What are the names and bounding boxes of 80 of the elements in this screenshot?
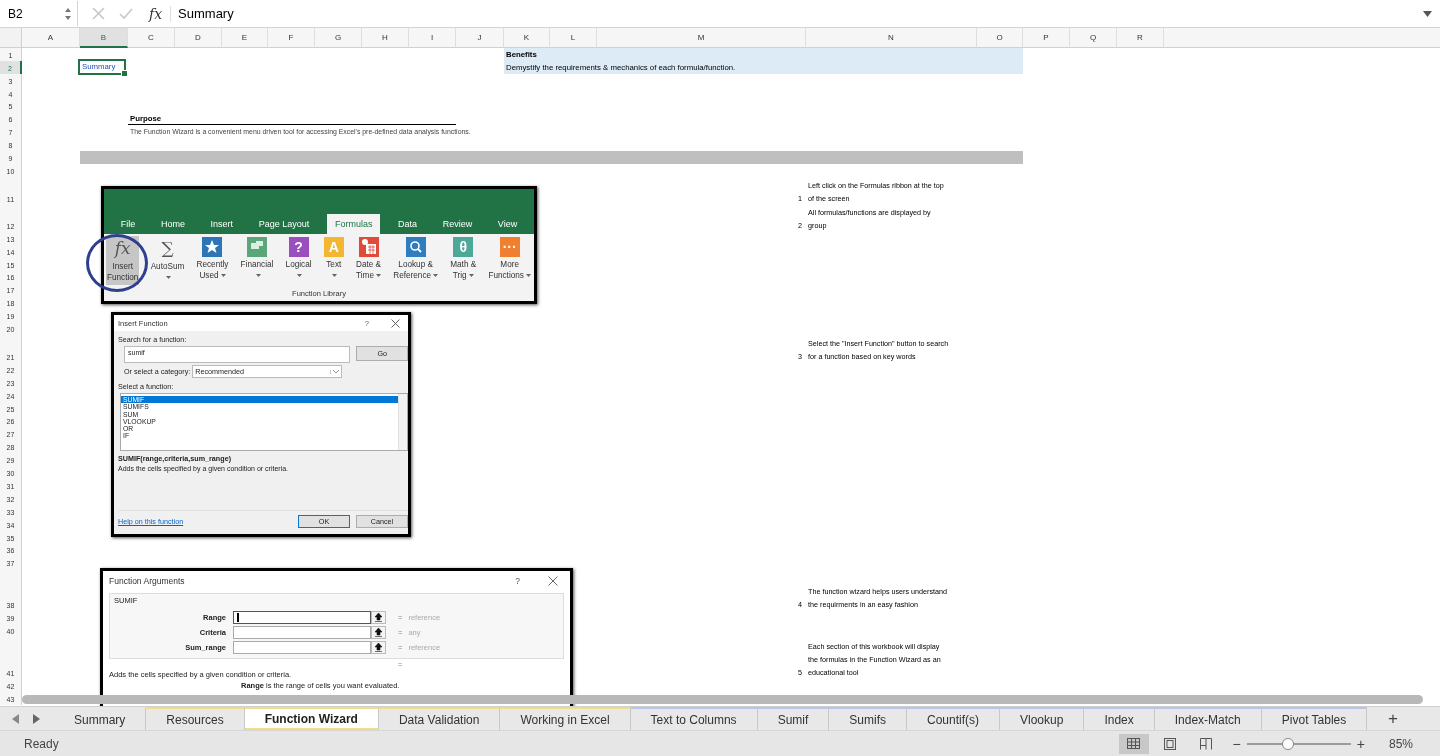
column-header[interactable]: H bbox=[362, 28, 409, 48]
caret-icon bbox=[468, 273, 474, 277]
column-header[interactable]: F bbox=[268, 28, 315, 48]
normal-view-button[interactable] bbox=[1118, 733, 1149, 754]
zoom-out-button[interactable]: − bbox=[1232, 735, 1241, 752]
column-header[interactable]: N bbox=[806, 28, 977, 48]
dialog-title: Function Arguments bbox=[109, 576, 185, 586]
column-header[interactable]: M bbox=[597, 28, 806, 48]
close-icon bbox=[548, 576, 558, 586]
grid-icon[interactable] bbox=[1127, 738, 1141, 749]
column-header[interactable]: C bbox=[128, 28, 175, 48]
ribbon-tab-label: Page Layout bbox=[257, 218, 311, 231]
caret-icon bbox=[525, 273, 531, 277]
column-header[interactable]: G bbox=[315, 28, 362, 48]
insert-function-button[interactable]: fx bbox=[149, 5, 172, 22]
column-header[interactable]: B bbox=[80, 28, 128, 48]
function-icon: ∑ bbox=[161, 237, 174, 259]
ribbon-command: fx Insert Function bbox=[106, 236, 140, 285]
chevron-down-icon[interactable] bbox=[1423, 10, 1432, 17]
list-scrollbar bbox=[398, 394, 407, 450]
zoom-slider-thumb[interactable] bbox=[1282, 737, 1295, 750]
ribbon-tab-label: Review bbox=[441, 218, 474, 231]
page-break-icon[interactable] bbox=[1199, 737, 1212, 750]
caret-icon bbox=[165, 275, 171, 279]
chevron-down-icon bbox=[330, 369, 340, 374]
column-header[interactable]: A bbox=[22, 28, 80, 48]
formula-field[interactable]: Summary bbox=[178, 6, 1423, 21]
caret-icon bbox=[332, 273, 338, 277]
ribbon-tab-label: File bbox=[119, 218, 137, 231]
ribbon-command: Date & Time bbox=[355, 236, 383, 283]
function-category-icon: θ bbox=[453, 237, 474, 257]
ribbon-command: ··· More Functions bbox=[487, 236, 532, 283]
column-header[interactable]: R bbox=[1117, 28, 1164, 48]
ribbon-command: Recently Used bbox=[195, 236, 230, 283]
caret-icon bbox=[255, 273, 261, 277]
ribbon-command: Financial bbox=[239, 236, 275, 283]
spinner-icon[interactable] bbox=[64, 6, 72, 21]
ribbon-command: ? Logical bbox=[284, 236, 313, 283]
close-icon bbox=[391, 318, 400, 328]
collapse-arrow-icon bbox=[371, 641, 386, 654]
sheet-tab[interactable]: Function Wizard bbox=[244, 707, 379, 730]
column-header[interactable]: E bbox=[222, 28, 268, 48]
ribbon-tab-label: Home bbox=[159, 218, 186, 231]
horizontal-scrollbar[interactable] bbox=[22, 695, 1423, 704]
column-header[interactable]: L bbox=[550, 28, 597, 48]
column-header[interactable]: K bbox=[504, 28, 550, 48]
ribbon-tab-label: Data bbox=[397, 218, 419, 231]
caret-icon bbox=[433, 273, 439, 277]
ribbon-command: Lookup & Reference bbox=[392, 236, 440, 283]
add-sheet-button[interactable]: + bbox=[1388, 707, 1398, 730]
ribbon-command: A Text bbox=[322, 236, 345, 283]
ribbon-command: θ Math & Trig bbox=[449, 236, 478, 282]
previous-sheet-icon[interactable] bbox=[12, 713, 20, 724]
ribbon-tab-label: View bbox=[496, 218, 519, 231]
status-text: Ready bbox=[24, 736, 59, 751]
page-icon[interactable] bbox=[1163, 737, 1176, 750]
column-header[interactable]: J bbox=[456, 28, 504, 48]
ribbon-command: ∑ AutoSum bbox=[149, 236, 186, 285]
ribbon-tab-label: Formulas bbox=[326, 214, 381, 234]
column-header[interactable]: P bbox=[1023, 28, 1070, 48]
caret-icon bbox=[220, 273, 226, 277]
collapse-arrow-icon bbox=[371, 626, 386, 639]
column-header[interactable]: O bbox=[977, 28, 1023, 48]
name-box[interactable]: B2 bbox=[0, 1, 78, 26]
column-header[interactable]: Q bbox=[1070, 28, 1117, 48]
zoom-in-button[interactable]: + bbox=[1356, 735, 1365, 752]
help-glyph: ? bbox=[515, 576, 520, 586]
ribbon-tab-label: Insert bbox=[209, 218, 235, 231]
collapse-arrow-icon bbox=[371, 611, 386, 624]
caret-icon bbox=[375, 273, 381, 277]
function-category-icon: ··· bbox=[499, 237, 520, 257]
column-header[interactable]: D bbox=[175, 28, 222, 48]
function-icon: fx bbox=[114, 237, 131, 259]
column-header[interactable]: I bbox=[409, 28, 456, 48]
zoom-level: 85% bbox=[1388, 736, 1413, 751]
function-category-icon: A bbox=[323, 237, 344, 257]
check-icon[interactable] bbox=[119, 7, 133, 20]
function-category-icon: ? bbox=[288, 237, 309, 257]
caret-icon bbox=[297, 273, 303, 277]
next-sheet-icon[interactable] bbox=[32, 713, 40, 724]
